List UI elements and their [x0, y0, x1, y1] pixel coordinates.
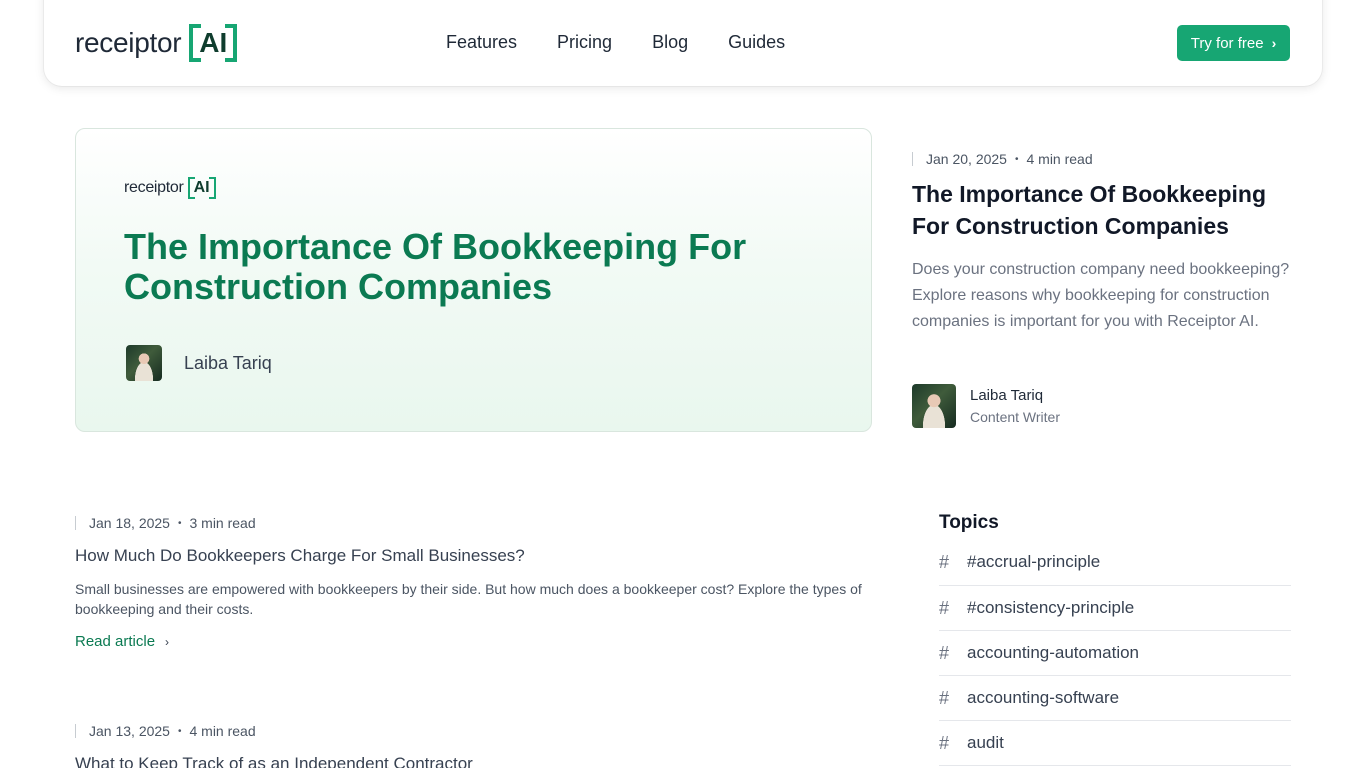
topic-label: accounting-software — [967, 688, 1120, 707]
hero-logo-ai: AI — [193, 179, 210, 196]
logo-bracket: AI — [189, 24, 238, 62]
topics-heading: Topics — [939, 512, 999, 533]
article-read-time: 3 min read — [189, 515, 256, 531]
chevron-right-icon: › — [165, 634, 170, 649]
hash-icon: # — [939, 642, 950, 663]
featured-date: Jan 20, 2025 — [926, 151, 1007, 167]
hero-logo-wordmark: receiptor — [124, 179, 184, 196]
topic-link[interactable]: # audit — [939, 721, 1291, 766]
main-nav: Features Pricing Blog Guides — [446, 32, 825, 53]
hero-author-name: Laiba Tariq — [184, 352, 272, 373]
featured-meta: Jan 20, 2025 • 4 min read — [912, 151, 1093, 167]
site-logo[interactable]: receiptor AI — [75, 24, 238, 62]
article-meta: Jan 13, 2025 • 4 min read — [75, 723, 865, 739]
article-meta: Jan 18, 2025 • 3 min read — [75, 515, 865, 531]
hash-icon: # — [939, 732, 950, 753]
hero-card[interactable]: receiptor AI The Importance Of Bookkeepi… — [75, 128, 872, 432]
topic-link[interactable]: # #accrual-principle — [939, 552, 1291, 586]
topics-panel: Topics # #accrual-principle # #consisten… — [939, 512, 1291, 766]
hero-logo: receiptor AI — [124, 177, 216, 199]
featured-description: Does your construction company need book… — [912, 261, 1290, 330]
article-description: Small businesses are empowered with book… — [75, 581, 862, 617]
try-for-free-button[interactable]: Try for free › — [1177, 25, 1290, 61]
nav-guides[interactable]: Guides — [728, 32, 785, 53]
nav-features[interactable]: Features — [446, 32, 517, 53]
featured-read-time: 4 min read — [1026, 151, 1093, 167]
site-header: receiptor AI Features Pricing Blog Guide… — [44, 0, 1322, 86]
article-title[interactable]: What to Keep Track of as an Independent … — [75, 753, 865, 768]
featured-author-avatar — [912, 384, 956, 428]
featured-author-name: Laiba Tariq — [970, 387, 1044, 404]
logo-wordmark: receiptor — [75, 27, 182, 58]
topic-label: #accrual-principle — [967, 552, 1101, 571]
article-item: Jan 18, 2025 • 3 min read How Much Do Bo… — [75, 515, 865, 650]
featured-author-role: Content Writer — [970, 409, 1060, 425]
meta-dot: • — [177, 517, 182, 529]
hash-icon: # — [939, 597, 950, 618]
featured-author: Laiba Tariq Content Writer — [912, 384, 1060, 428]
author-avatar — [126, 345, 162, 381]
topic-link[interactable]: # accounting-software — [939, 676, 1291, 721]
hash-icon: # — [939, 687, 950, 708]
article-title[interactable]: How Much Do Bookkeepers Charge For Small… — [75, 545, 865, 567]
hash-icon: # — [939, 552, 950, 572]
topic-link[interactable]: # #consistency-principle — [939, 586, 1291, 631]
meta-divider — [912, 152, 913, 166]
meta-divider — [75, 724, 76, 738]
article-date: Jan 18, 2025 — [89, 515, 170, 531]
article-item: Jan 13, 2025 • 4 min read What to Keep T… — [75, 723, 865, 768]
hero-author: Laiba Tariq — [126, 345, 272, 381]
meta-dot: • — [177, 725, 182, 737]
hero-title: The Importance Of Bookkeeping For Constr… — [124, 226, 747, 307]
read-article-link[interactable]: Read article › — [75, 633, 865, 650]
nav-blog[interactable]: Blog — [652, 32, 688, 53]
article-read-time: 4 min read — [189, 723, 256, 739]
featured-title[interactable]: The Importance Of Bookkeeping For Constr… — [912, 178, 1292, 242]
topic-label: #consistency-principle — [967, 598, 1135, 617]
cta-label: Try for free — [1190, 34, 1264, 52]
read-article-label: Read article — [75, 633, 156, 650]
featured-author-info: Laiba Tariq Content Writer — [970, 385, 1060, 427]
chevron-right-icon: › — [1271, 35, 1277, 51]
hero-logo-bracket: AI — [187, 177, 216, 199]
nav-pricing[interactable]: Pricing — [557, 32, 612, 53]
topic-link[interactable]: # accounting-automation — [939, 631, 1291, 676]
topic-label: audit — [967, 733, 1004, 752]
logo-ai: AI — [199, 27, 228, 58]
meta-divider — [75, 516, 76, 530]
meta-dot: • — [1014, 153, 1019, 165]
article-date: Jan 13, 2025 — [89, 723, 170, 739]
topic-label: accounting-automation — [967, 643, 1140, 662]
